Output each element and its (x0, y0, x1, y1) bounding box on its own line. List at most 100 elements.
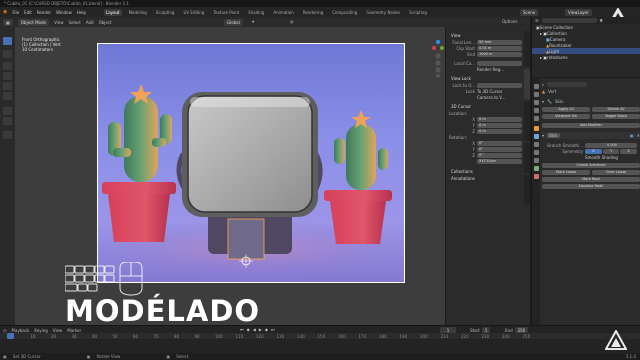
cursor-location-y[interactable]: Y0 m (446, 122, 525, 128)
clip-end-field[interactable]: End 1000 m (446, 51, 525, 57)
tab-layout[interactable]: Layout (103, 8, 122, 16)
menu-view[interactable]: View (54, 20, 64, 25)
timeline-ruler[interactable]: 0102030405060708090100110120130140150160… (0, 333, 640, 339)
mark-loose-button[interactable]: Mark Loose (542, 170, 590, 175)
physics-tab-icon[interactable] (534, 150, 539, 155)
cursor-rotation-z[interactable]: Z 0° (446, 152, 525, 158)
outliner-search-input[interactable] (541, 18, 597, 23)
sidebar-tab-node-wrangler[interactable] (524, 101, 530, 141)
clear-loose-button[interactable]: Clear Loose (592, 170, 640, 175)
render-tab-icon[interactable] (534, 92, 539, 97)
sidebar-tab-view[interactable] (524, 69, 530, 99)
cursor-location-z[interactable]: Z0 m (446, 128, 525, 134)
material-tab-icon[interactable] (534, 174, 539, 179)
outliner-icon[interactable]: ☰ (535, 18, 539, 23)
menu-add[interactable]: Add (86, 20, 94, 25)
blender-icon[interactable]: ◉ (3, 9, 7, 15)
view-layer-selector[interactable]: ViewLayer (565, 9, 592, 16)
move-tool-icon[interactable] (3, 62, 12, 70)
sidebar-tab-item[interactable] (524, 31, 530, 67)
mark-root-button[interactable]: Mark Root (542, 177, 640, 182)
select-tool-icon[interactable] (3, 37, 12, 45)
focal-length-field[interactable]: Focal Len... 50 mm (446, 39, 525, 45)
tab-rendering[interactable]: Rendering (301, 9, 325, 16)
options-menu[interactable]: Options (502, 19, 517, 24)
outliner-item-rotextures[interactable]: ▸ ▣ rotextures (532, 54, 640, 60)
menu-playback[interactable]: Playback (12, 328, 30, 333)
output-tab-icon[interactable] (534, 100, 539, 105)
tab-shading[interactable]: Shading (246, 9, 266, 16)
viewport-vis-button[interactable]: Viewport Vis (542, 114, 590, 119)
tab-modeling[interactable]: Modeling (127, 9, 149, 16)
menu-edit[interactable]: Edit (24, 10, 32, 15)
scene-selector[interactable]: Scene (520, 9, 539, 16)
clip-start-field[interactable]: Clip Start 0.01 m (446, 45, 525, 51)
editor-type-icon[interactable]: ◷ (3, 328, 7, 333)
menu-file[interactable]: File (12, 10, 19, 15)
properties-search-input[interactable] (547, 82, 588, 87)
apply-all-button[interactable]: Apply All (542, 107, 590, 112)
mode-selector[interactable]: Object Mode (17, 18, 49, 26)
tool-tab-icon[interactable] (534, 84, 539, 89)
menu-keying[interactable]: Keying (34, 328, 47, 333)
navigation-gizmo[interactable] (432, 38, 444, 79)
add-modifier-button[interactable]: Add Modifier (542, 123, 640, 128)
equalize-radii-button[interactable]: Equalize Radii (542, 184, 640, 189)
menu-render[interactable]: Render (37, 10, 51, 15)
cursor-rotation-x[interactable]: X 0° (446, 140, 525, 146)
delete-all-button[interactable]: Delete All (592, 107, 640, 112)
create-armature-button[interactable]: Create Armature (542, 163, 640, 168)
tab-compositing[interactable]: Compositing (330, 9, 359, 16)
cursor-location-x[interactable]: X0 m (446, 116, 525, 122)
add-cube-tool-icon[interactable] (3, 131, 12, 139)
sidebar-tab-edit[interactable] (524, 143, 530, 173)
tab-scripting[interactable]: Scripting (407, 9, 429, 16)
editor-type-button[interactable]: ▦ (3, 18, 13, 26)
measure-tool-icon[interactable] (3, 117, 12, 125)
tab-animation[interactable]: Animation (271, 9, 295, 16)
menu-object[interactable]: Object (99, 20, 112, 25)
annotations-section-header[interactable]: Annotations (446, 175, 525, 182)
scene-tab-icon[interactable] (534, 108, 539, 113)
camera-to-view-checkbox[interactable]: Camera to V... (446, 94, 525, 100)
view-section-header[interactable]: View (446, 32, 525, 39)
proportional-edit-icon[interactable]: ◎ (290, 19, 294, 24)
cursor-rotation-y[interactable]: Y 0° (446, 146, 525, 152)
local-camera-field[interactable]: Local Ca... (446, 60, 525, 66)
view-lock-section-header[interactable]: View Lock (446, 75, 525, 82)
cursor-tool-icon[interactable] (3, 50, 12, 58)
render-region-checkbox[interactable]: Render Reg... (446, 66, 525, 72)
snap-icon[interactable]: ⌖ (252, 19, 254, 24)
menu-help[interactable]: Help (77, 10, 86, 15)
3d-cursor-section-header[interactable]: 3D Cursor (446, 103, 525, 110)
collections-section-header[interactable]: Collections (446, 168, 525, 175)
playhead[interactable] (7, 333, 14, 339)
particles-tab-icon[interactable] (534, 142, 539, 147)
jump-end-icon[interactable]: ⏭ (271, 327, 275, 332)
data-tab-icon[interactable] (534, 166, 539, 171)
scale-tool-icon[interactable] (3, 82, 12, 90)
rotation-mode-selector[interactable]: XYZ Euler (446, 158, 525, 164)
toggle-stack-button[interactable]: Toggle Stack (592, 114, 640, 119)
menu-window[interactable]: Window (56, 10, 72, 15)
symmetry-y-toggle[interactable]: Y (602, 148, 620, 154)
skin-modifier-header[interactable]: ▾ Skin ▣ ✕ (542, 132, 640, 139)
tab-sculpting[interactable]: Sculpting (154, 9, 177, 16)
transform-tool-icon[interactable] (3, 92, 12, 100)
symmetry-z-toggle[interactable]: Z (620, 148, 638, 154)
branch-smoothing-field[interactable]: Branch Smoothi... 0.000 (542, 142, 640, 148)
next-key-icon[interactable]: ◆ (265, 327, 268, 332)
menu-view[interactable]: View (53, 328, 63, 333)
menu-select[interactable]: Select (68, 20, 80, 25)
smooth-shading-checkbox[interactable]: Smooth Shading (542, 154, 640, 160)
sidebar-tab-create[interactable] (524, 175, 530, 205)
chevron-down-icon[interactable]: ▾ (542, 99, 544, 104)
transform-orientation[interactable]: Global (224, 19, 243, 26)
filter-icon[interactable]: ▼ (600, 18, 603, 23)
annotate-tool-icon[interactable] (3, 107, 12, 115)
world-tab-icon[interactable] (534, 116, 539, 121)
tab-uv-editing[interactable]: UV Editing (181, 9, 206, 16)
lock-to-object-field[interactable]: Lock to O... (446, 82, 525, 88)
tab-geometry-nodes[interactable]: Geometry Nodes (364, 9, 402, 16)
symmetry-x-toggle[interactable]: X (585, 148, 602, 154)
